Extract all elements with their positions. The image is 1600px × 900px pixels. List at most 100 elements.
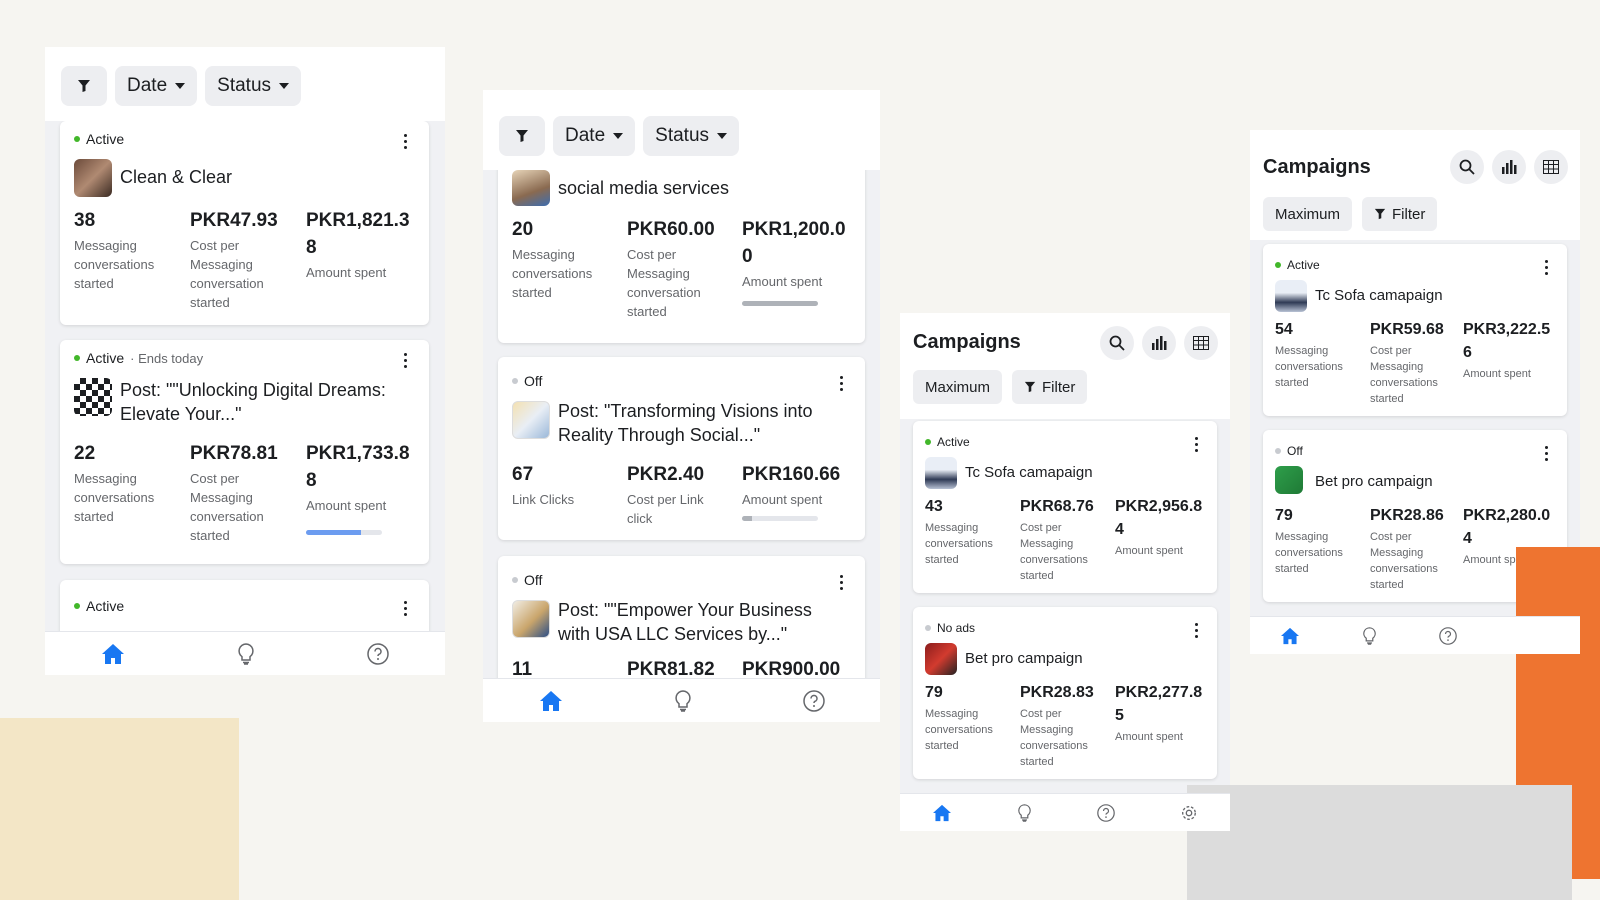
- table-view-button[interactable]: [1534, 150, 1568, 184]
- status-dropdown[interactable]: Status: [205, 66, 302, 106]
- campaign-card[interactable]: Active Tc Sofa camapaign 43 Messaging con…: [913, 421, 1217, 593]
- spend-progress-bar: [306, 530, 382, 535]
- more-options-icon[interactable]: [1545, 260, 1549, 275]
- metric-value: 79: [925, 684, 943, 701]
- settings-icon[interactable]: [1180, 804, 1198, 822]
- metric-value: 11: [512, 659, 533, 678]
- metric-value: PKR81.82: [627, 659, 715, 678]
- campaign-card[interactable]: Active Clean & Clear 38 Messaging convers…: [60, 121, 429, 325]
- more-options-icon[interactable]: [1195, 623, 1199, 638]
- metric-label: Amount spent: [306, 498, 387, 513]
- more-options-icon[interactable]: [1195, 437, 1199, 452]
- campaigns-panel-3: Campaigns Maximum Filter Active Tc Sofa …: [900, 313, 1230, 831]
- status-text: Off: [1287, 444, 1303, 458]
- spend-progress-bar: [742, 301, 818, 306]
- metric-cost: PKR60.00 Cost per Messaging conversation …: [627, 216, 735, 321]
- metric-results: 20 Messaging conversations started: [512, 216, 618, 302]
- metric-label: Cost per Messaging conversations started: [1020, 522, 1088, 582]
- decorative-gray-block: [1187, 785, 1572, 900]
- active-status-dot: [74, 355, 80, 361]
- bar-chart-icon: [1152, 336, 1167, 350]
- lightbulb-icon[interactable]: [1362, 626, 1377, 645]
- metric-label: Cost per Messaging conversations started: [1020, 708, 1088, 768]
- status-text: Off: [524, 572, 543, 588]
- maximum-date-button[interactable]: Maximum: [913, 370, 1003, 404]
- campaign-name: Tc Sofa camapaign: [1315, 287, 1443, 304]
- decorative-beige-block: [0, 718, 239, 900]
- caret-down-icon: [175, 83, 186, 89]
- metric-value: PKR3,222.56: [1463, 321, 1551, 361]
- maximum-date-button[interactable]: Maximum: [1263, 197, 1353, 231]
- lightbulb-icon[interactable]: [1017, 803, 1032, 822]
- more-options-icon[interactable]: [1545, 446, 1549, 461]
- campaign-card[interactable]: Off Post: "Transforming Visions into Rea…: [498, 357, 865, 540]
- status-row: Active · Ends today: [74, 350, 203, 366]
- status-text: Active: [86, 598, 125, 614]
- metric-value: 67: [512, 464, 534, 485]
- filter-button[interactable]: Filter: [1012, 370, 1088, 404]
- lightbulb-icon[interactable]: [674, 689, 692, 712]
- help-icon[interactable]: [1439, 626, 1457, 645]
- metric-value: 38: [74, 210, 96, 231]
- campaign-thumbnail: [74, 378, 112, 416]
- campaign-card[interactable]: Active · Ends today Post: ""Unlocking Dig…: [60, 340, 429, 564]
- metric-results: 38 Messaging conversations started: [74, 207, 180, 293]
- campaign-card[interactable]: Off Post: ""Empower Your Business with U…: [498, 556, 865, 678]
- campaign-feed: social media services 20 Messaging conver…: [483, 170, 880, 678]
- home-icon[interactable]: [1280, 627, 1300, 645]
- help-icon[interactable]: [367, 642, 389, 665]
- metric-value: PKR2,277.85: [1115, 684, 1203, 724]
- more-options-icon[interactable]: [404, 353, 408, 368]
- date-dropdown[interactable]: Date: [115, 66, 198, 106]
- filter-button[interactable]: [61, 66, 107, 106]
- table-icon: [1543, 160, 1559, 174]
- metric-value: 20: [512, 219, 534, 240]
- caret-down-icon: [279, 83, 290, 89]
- off-status-dot: [512, 577, 518, 583]
- filter-toolbar: Date Status: [483, 90, 880, 170]
- active-status-dot: [925, 439, 931, 445]
- status-row: Active: [74, 598, 124, 614]
- table-view-button[interactable]: [1184, 326, 1218, 360]
- more-options-icon[interactable]: [404, 134, 408, 149]
- campaign-thumbnail: [512, 401, 550, 439]
- more-options-icon[interactable]: [840, 575, 844, 590]
- status-dropdown[interactable]: Status: [643, 116, 740, 156]
- metric-results: 54 Messaging conversations started: [1275, 318, 1361, 391]
- metric-label: Cost per Link click: [627, 492, 704, 526]
- home-icon[interactable]: [101, 643, 125, 665]
- metric-results: 11: [512, 656, 618, 678]
- more-options-icon[interactable]: [840, 376, 844, 391]
- spend-progress-bar: [742, 516, 818, 521]
- campaign-name: Clean & Clear: [120, 167, 233, 187]
- metric-label: Cost per Messaging conversations started: [1370, 345, 1438, 405]
- campaign-card[interactable]: Active: [60, 580, 429, 631]
- metric-label: Messaging conversations started: [74, 238, 155, 291]
- campaign-card[interactable]: Active Tc Sofa camapaign 54 Messaging con…: [1263, 244, 1567, 416]
- help-icon[interactable]: [802, 689, 825, 712]
- metric-label: Cost per Messaging conversation started: [190, 238, 264, 310]
- metric-amount-spent: PKR900.00: [742, 656, 854, 678]
- maximum-label: Maximum: [925, 378, 991, 396]
- date-dropdown[interactable]: Date: [553, 116, 636, 156]
- campaign-name: Post: ""Empower Your Business with USA L…: [558, 600, 812, 644]
- filter-button[interactable]: Filter: [1362, 197, 1438, 231]
- campaign-card[interactable]: No ads Bet pro campaign 79 Messaging conv…: [913, 607, 1217, 779]
- metric-value: PKR2,956.84: [1115, 498, 1203, 538]
- help-icon[interactable]: [1097, 803, 1115, 822]
- caret-down-icon: [613, 133, 624, 139]
- metric-label: Messaging conversations started: [512, 247, 593, 300]
- search-button[interactable]: [1450, 150, 1484, 184]
- filter-button[interactable]: [499, 116, 545, 156]
- campaign-card[interactable]: social media services 20 Messaging conver…: [498, 170, 865, 343]
- home-icon[interactable]: [539, 690, 563, 712]
- search-button[interactable]: [1100, 326, 1134, 360]
- lightbulb-icon[interactable]: [237, 642, 255, 665]
- campaign-name: Post: ""Unlocking Digital Dreams: Elevat…: [120, 380, 386, 424]
- more-options-icon[interactable]: [404, 601, 408, 616]
- metric-label: Messaging conversations started: [1275, 531, 1343, 575]
- home-icon[interactable]: [932, 804, 952, 822]
- reports-button[interactable]: [1142, 326, 1176, 360]
- reports-button[interactable]: [1492, 150, 1526, 184]
- metric-results: 67 Link Clicks: [512, 461, 618, 509]
